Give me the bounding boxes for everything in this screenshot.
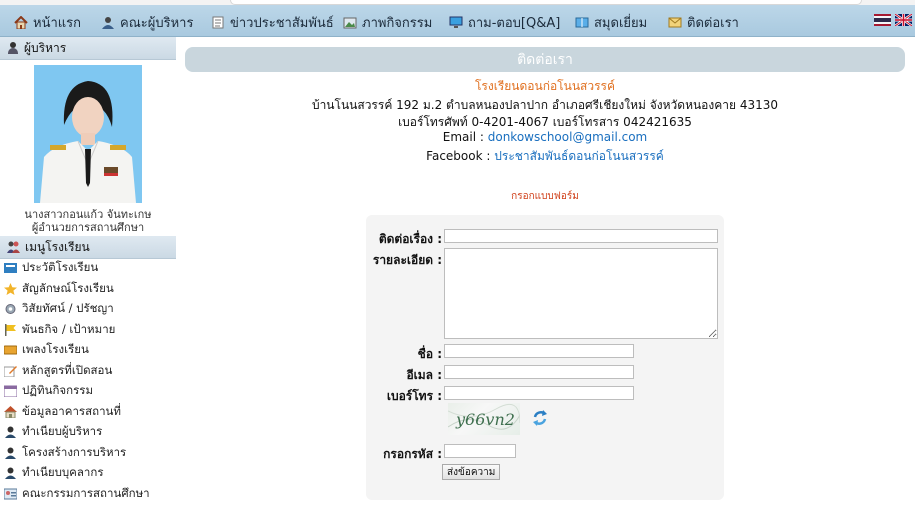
captcha-text: y66vn2 (455, 410, 515, 429)
sidebar-menu-label: สัญลักษณ์โรงเรียน (22, 280, 114, 295)
sidebar-menu-item[interactable]: ทำเนียบบุคลากร (4, 464, 104, 482)
facebook-link[interactable]: ประชาสัมพันธ์ดอนก่อโนนสวรรค์ (494, 149, 664, 163)
nav-home-label: หน้าแรก (33, 15, 81, 31)
committee-icon (3, 488, 18, 500)
mail-icon (668, 16, 682, 29)
thai-flag-icon[interactable] (874, 14, 891, 26)
nav-news[interactable]: ข่าวประชาสัมพันธ์ (211, 13, 334, 31)
sidebar-menu-item[interactable]: หลักสูตรที่เปิดสอน (3, 362, 113, 380)
school-menu-header: เมนูโรงเรียน (0, 236, 176, 259)
nav-contact-label: ติดต่อเรา (687, 15, 739, 31)
book-icon (575, 16, 589, 29)
nav-home[interactable]: หน้าแรก (14, 13, 81, 31)
person-icon (4, 447, 17, 459)
admin-position: ผู้อำนวยการสถานศึกษา (31, 221, 145, 234)
nav-executives[interactable]: คณะผู้บริหาร (101, 13, 193, 31)
sidebar-menu-item[interactable]: โครงสร้างการบริหาร (4, 444, 126, 462)
contact-header: ติดต่อเรา (185, 47, 905, 72)
nav-gallery[interactable]: ภาพกิจกรรม (343, 13, 432, 31)
subject-input[interactable] (444, 229, 718, 243)
school-name: โรงเรียนดอนก่อโนนสวรรค์ (474, 79, 616, 93)
nav-contact[interactable]: ติดต่อเรา (668, 13, 739, 31)
monitor-icon (449, 16, 463, 29)
details-label: รายละเอียด : (372, 253, 442, 267)
email-link[interactable]: donkowschool@gmail.com (488, 130, 648, 144)
subject-label: ติดต่อเรื่อง : (378, 232, 442, 246)
gear-icon (4, 303, 17, 315)
sidebar-menu-item[interactable]: คณะกรรมการสถานศึกษา (3, 485, 150, 503)
nav-executives-label: คณะผู้บริหาร (120, 15, 194, 31)
sidebar: ผู้บริหาร นางสาวกอนแก้ว จันทะเกษ ผู้อำนว… (0, 37, 176, 507)
people-icon (101, 16, 115, 29)
admin-header: ผู้บริหาร (0, 37, 176, 60)
photo-icon (343, 16, 357, 29)
star-icon (4, 282, 17, 295)
sidebar-menu-item[interactable]: สัญลักษณ์โรงเรียน (4, 280, 114, 298)
sidebar-menu-label: เพลงโรงเรียน (22, 342, 89, 356)
nav-qa[interactable]: ถาม-ตอบ[Q&A] (449, 13, 560, 31)
submit-button[interactable]: ส่งข้อความ (442, 464, 501, 480)
admin-header-label: ผู้บริหาร (24, 40, 67, 55)
sidebar-menu-item[interactable]: ปฏิทินกิจกรรม (3, 382, 94, 400)
email-label: Email : (442, 130, 484, 144)
sidebar-menu-label: หลักสูตรที่เปิดสอน (22, 362, 113, 377)
nav-gallery-label: ภาพกิจกรรม (362, 15, 433, 31)
name-label: ชื่อ : (417, 347, 442, 361)
home-icon (14, 15, 28, 29)
people-icon (7, 241, 20, 253)
email-input[interactable] (444, 365, 634, 379)
news-icon (211, 16, 225, 29)
facebook-line: Facebook : ประชาสัมพันธ์ดอนก่อโนนสวรรค์ (185, 147, 905, 166)
building-icon (4, 405, 17, 418)
music-icon (3, 344, 18, 356)
facebook-label: Facebook : (426, 149, 491, 163)
nav-qa-label: ถาม-ตอบ[Q&A] (468, 15, 561, 31)
email-line: Email : donkowschool@gmail.com (185, 130, 905, 144)
sidebar-menu-label: ประวัติโรงเรียน (22, 260, 99, 274)
sidebar-menu-label: ข้อมูลอาคารสถานที่ (22, 403, 121, 418)
phone-input[interactable] (444, 386, 634, 400)
code-input[interactable] (444, 444, 516, 458)
phone-label: เบอร์โทร : (386, 389, 442, 403)
flag-icon (4, 323, 17, 336)
calendar-icon (3, 385, 18, 398)
top-strip (0, 0, 915, 5)
sidebar-menu-label: พันธกิจ / เป้าหมาย (22, 321, 116, 336)
person-icon (4, 426, 17, 438)
sidebar-menu-item[interactable]: พันธกิจ / เป้าหมาย (4, 321, 115, 339)
edit-icon (3, 365, 17, 377)
sidebar-menu-item[interactable]: เพลงโรงเรียน (3, 341, 89, 359)
sidebar-menu-label: โครงสร้างการบริหาร (22, 444, 127, 459)
nav-guestbook[interactable]: สมุดเยี่ยม (575, 13, 647, 31)
sidebar-menu-item[interactable]: ทำเนียบผู้บริหาร (4, 423, 102, 441)
name-input[interactable] (444, 344, 634, 358)
sidebar-menu-label: ทำเนียบบุคลากร (22, 465, 104, 479)
sidebar-menu-item[interactable]: ประวัติโรงเรียน (4, 259, 98, 277)
details-textarea[interactable] (444, 248, 718, 339)
sidebar-menu-label: วิสัยทัศน์ / ปรัชญา (22, 301, 114, 315)
code-label: กรอกรหัส : (383, 447, 442, 461)
refresh-icon[interactable] (532, 409, 548, 427)
top-tab (230, 0, 862, 5)
sidebar-menu-label: ปฏิทินกิจกรรม (22, 383, 94, 397)
person-icon (4, 467, 17, 479)
sidebar-menu-item[interactable]: วิสัยทัศน์ / ปรัชญา (4, 300, 114, 318)
sidebar-menu-label: ทำเนียบผู้บริหาร (22, 424, 103, 438)
top-navigation: หน้าแรก คณะผู้บริหาร ข่าวประชาสัมพันธ์ ภ… (0, 0, 915, 37)
nav-guestbook-label: สมุดเยี่ยม (594, 15, 648, 31)
nav-news-label: ข่าวประชาสัมพันธ์ (230, 15, 334, 31)
uk-flag-icon[interactable] (895, 14, 912, 26)
captcha-image: y66vn2 (447, 403, 521, 435)
admin-photo (34, 65, 142, 203)
sidebar-menu-item[interactable]: ข้อมูลอาคารสถานที่ (4, 403, 121, 421)
contact-form: ติดต่อเรื่อง : รายละเอียด : ชื่อ : อีเมล… (366, 215, 724, 500)
sidebar-menu-label: คณะกรรมการสถานศึกษา (22, 485, 150, 500)
email-field-label: อีเมล : (406, 368, 442, 382)
history-icon (4, 262, 17, 274)
school-menu-label: เมนูโรงเรียน (25, 239, 90, 254)
form-title: กรอกแบบฟอร์ม (511, 191, 579, 202)
person-icon (7, 42, 19, 54)
